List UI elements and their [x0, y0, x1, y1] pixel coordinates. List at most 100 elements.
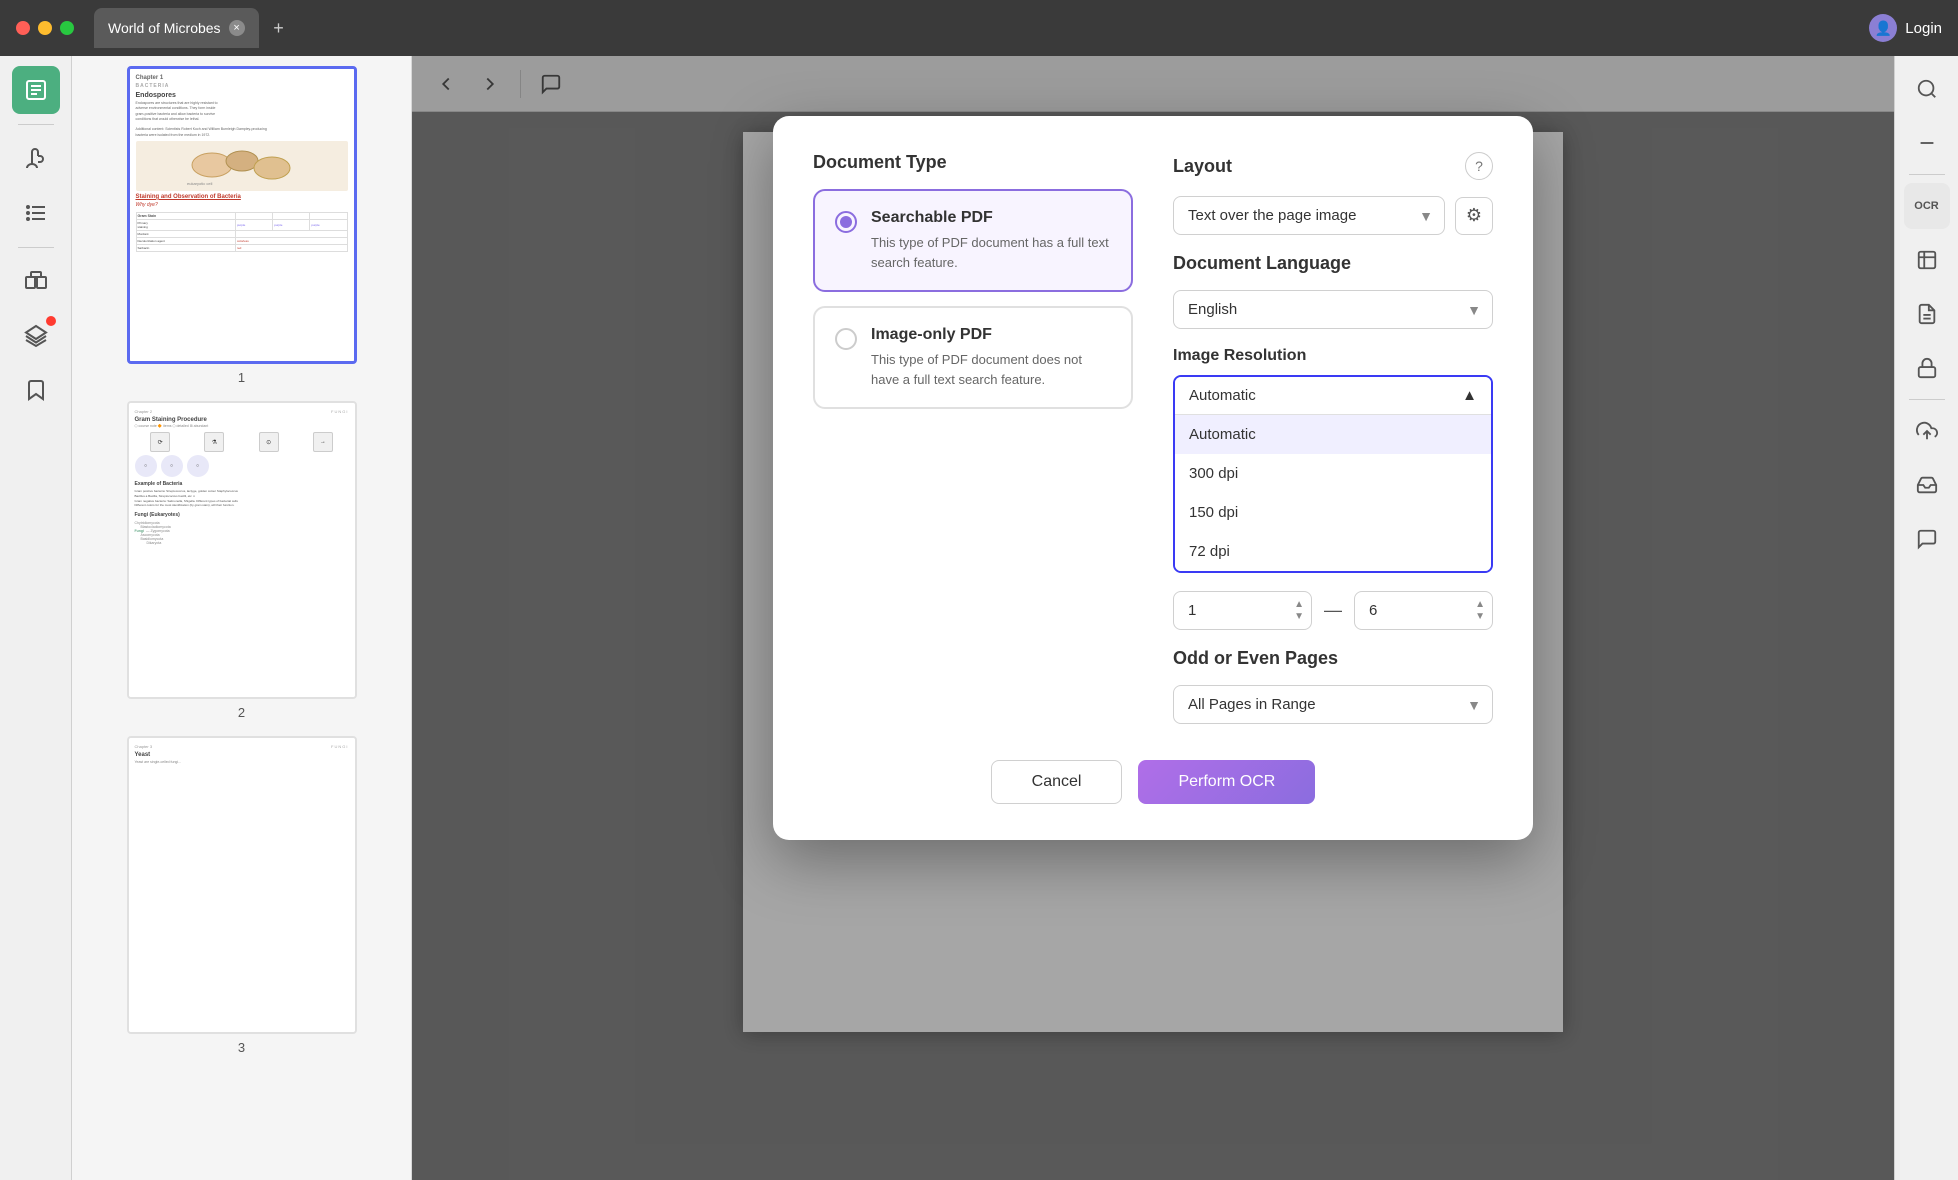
close-button[interactable] — [16, 21, 30, 35]
language-title: Document Language — [1173, 253, 1493, 274]
odd-even-select[interactable]: All Pages in Range Odd Pages Only Even P… — [1173, 685, 1493, 724]
cancel-button[interactable]: Cancel — [991, 760, 1123, 804]
login-area[interactable]: 👤 Login — [1869, 14, 1942, 42]
traffic-lights — [16, 21, 74, 35]
odd-even-wrap: All Pages in Range Odd Pages Only Even P… — [1173, 685, 1493, 724]
title-bar: World of Microbes × + 👤 Login — [0, 0, 1958, 56]
maximize-button[interactable] — [60, 21, 74, 35]
thumbnail-frame[interactable]: Chapter 2 FUNGI Gram Staining Procedure … — [127, 401, 357, 699]
language-select-wrap: English French German Spanish ▼ — [1173, 290, 1493, 329]
layout-select[interactable]: Text over the page image Text under the … — [1173, 196, 1445, 235]
searchable-pdf-card[interactable]: Searchable PDF This type of PDF document… — [813, 189, 1133, 292]
sidebar-divider-1 — [18, 124, 54, 125]
document-type-title: Document Type — [813, 152, 1133, 173]
thumbnail-label: 3 — [238, 1040, 245, 1055]
sidebar-item-bookmark[interactable] — [12, 366, 60, 414]
right-divider-2 — [1909, 399, 1945, 400]
resolution-arrow-icon: ▲ — [1462, 387, 1477, 404]
page-from-up[interactable]: ▲ — [1290, 599, 1308, 611]
sidebar-item-layers[interactable] — [12, 312, 60, 360]
pdf-area: BACTERIA eative cell — [412, 56, 1894, 1180]
page-from-stepper: ▲ ▼ — [1290, 599, 1308, 623]
layout-gear-button[interactable]: ⚙ — [1455, 197, 1493, 235]
avatar: 👤 — [1869, 14, 1897, 42]
resolution-option-300dpi[interactable]: 300 dpi — [1175, 454, 1491, 493]
minimize-button[interactable] — [38, 21, 52, 35]
image-only-pdf-title: Image-only PDF — [871, 326, 1111, 344]
resolution-option-automatic[interactable]: Automatic — [1175, 415, 1491, 454]
ocr-right-button[interactable]: OCR — [1904, 183, 1950, 229]
resolution-current-value[interactable]: Automatic ▲ — [1175, 377, 1491, 415]
ocr-label: OCR — [1914, 200, 1938, 212]
help-button[interactable]: ? — [1465, 152, 1493, 180]
mail-right-button[interactable] — [1904, 462, 1950, 508]
active-tab[interactable]: World of Microbes × — [94, 8, 259, 48]
resolution-dropdown[interactable]: Automatic ▲ Automatic 300 dpi 150 dpi 72… — [1173, 375, 1493, 573]
searchable-pdf-desc: This type of PDF document has a full tex… — [871, 233, 1111, 272]
image-only-pdf-card[interactable]: Image-only PDF This type of PDF document… — [813, 306, 1133, 409]
dialog-left-column: Document Type Searchable PDF This type o… — [813, 152, 1133, 752]
odd-even-title: Odd or Even Pages — [1173, 648, 1493, 669]
page-from-wrap: ▲ ▼ — [1173, 591, 1312, 630]
resolution-option-72dpi[interactable]: 72 dpi — [1175, 532, 1491, 571]
layout-select-wrap: Text over the page image Text under the … — [1173, 196, 1445, 235]
dialog-overlay: Document Type Searchable PDF This type o… — [412, 56, 1894, 1180]
thumbnail-frame[interactable]: Chapter 3 FUNGI Yeast Yeast are single-c… — [127, 736, 357, 1034]
tab-close-button[interactable]: × — [229, 20, 245, 36]
left-sidebar — [0, 56, 72, 1180]
file-right-button[interactable] — [1904, 291, 1950, 337]
right-search-button[interactable] — [1904, 66, 1950, 112]
image-only-pdf-desc: This type of PDF document does not have … — [871, 350, 1111, 389]
right-sidebar: OCR — [1894, 56, 1958, 1180]
layout-title: Layout — [1173, 156, 1232, 177]
dialog-content: Document Type Searchable PDF This type o… — [813, 152, 1493, 752]
login-label[interactable]: Login — [1905, 20, 1942, 37]
thumbnail-item[interactable]: Chapter 2 FUNGI Gram Staining Procedure … — [82, 401, 401, 720]
main-container: Chapter 1 BACTERIA Endospores Endospores… — [0, 56, 1958, 1180]
thumbnail-frame[interactable]: Chapter 1 BACTERIA Endospores Endospores… — [127, 66, 357, 364]
layout-row: Text over the page image Text under the … — [1173, 196, 1493, 235]
thumbnail-label: 1 — [238, 370, 245, 385]
ocr-dialog: Document Type Searchable PDF This type o… — [773, 116, 1533, 840]
language-select[interactable]: English French German Spanish — [1173, 290, 1493, 329]
sidebar-divider-2 — [18, 247, 54, 248]
radio-inner — [840, 216, 852, 228]
right-minus-button[interactable] — [1904, 120, 1950, 166]
range-separator: — — [1324, 600, 1342, 621]
thumbnail-item[interactable]: Chapter 3 FUNGI Yeast Yeast are single-c… — [82, 736, 401, 1055]
resolution-options-list: Automatic 300 dpi 150 dpi 72 dpi — [1175, 415, 1491, 571]
chat-right-button[interactable] — [1904, 516, 1950, 562]
sidebar-item-pages[interactable] — [12, 258, 60, 306]
image-only-pdf-info: Image-only PDF This type of PDF document… — [871, 326, 1111, 389]
sidebar-item-document[interactable] — [12, 66, 60, 114]
tab-title: World of Microbes — [108, 20, 221, 36]
thumbnail-label: 2 — [238, 705, 245, 720]
right-divider-1 — [1909, 174, 1945, 175]
image-only-radio[interactable] — [835, 328, 857, 350]
page-to-wrap: ▲ ▼ — [1354, 591, 1493, 630]
dialog-right-column: Layout ? Text over the page image Text u… — [1173, 152, 1493, 752]
sidebar-item-brush[interactable] — [12, 135, 60, 183]
page-to-down[interactable]: ▼ — [1471, 611, 1489, 623]
resolution-option-150dpi[interactable]: 150 dpi — [1175, 493, 1491, 532]
resolution-section: Image Resolution Automatic ▲ Automatic 3… — [1173, 347, 1493, 573]
tab-bar: World of Microbes × + — [94, 8, 1869, 48]
share-right-button[interactable] — [1904, 408, 1950, 454]
searchable-pdf-title: Searchable PDF — [871, 209, 1111, 227]
new-tab-button[interactable]: + — [265, 14, 293, 42]
page-from-down[interactable]: ▼ — [1290, 611, 1308, 623]
resolution-title: Image Resolution — [1173, 347, 1493, 365]
sidebar-item-list[interactable] — [12, 189, 60, 237]
page-to-stepper: ▲ ▼ — [1471, 599, 1489, 623]
svg-text:eukaryotic cell: eukaryotic cell — [187, 181, 212, 186]
page-to-up[interactable]: ▲ — [1471, 599, 1489, 611]
searchable-pdf-info: Searchable PDF This type of PDF document… — [871, 209, 1111, 272]
thumbnail-item[interactable]: Chapter 1 BACTERIA Endospores Endospores… — [82, 66, 401, 385]
lock-right-button[interactable] — [1904, 345, 1950, 391]
dialog-actions: Cancel Perform OCR — [813, 760, 1493, 804]
perform-ocr-button[interactable]: Perform OCR — [1138, 760, 1315, 804]
thumbnails-panel: Chapter 1 BACTERIA Endospores Endospores… — [72, 56, 412, 1180]
scan-right-button[interactable] — [1904, 237, 1950, 283]
page-range-row: ▲ ▼ — ▲ ▼ — [1173, 591, 1493, 630]
searchable-radio[interactable] — [835, 211, 857, 233]
